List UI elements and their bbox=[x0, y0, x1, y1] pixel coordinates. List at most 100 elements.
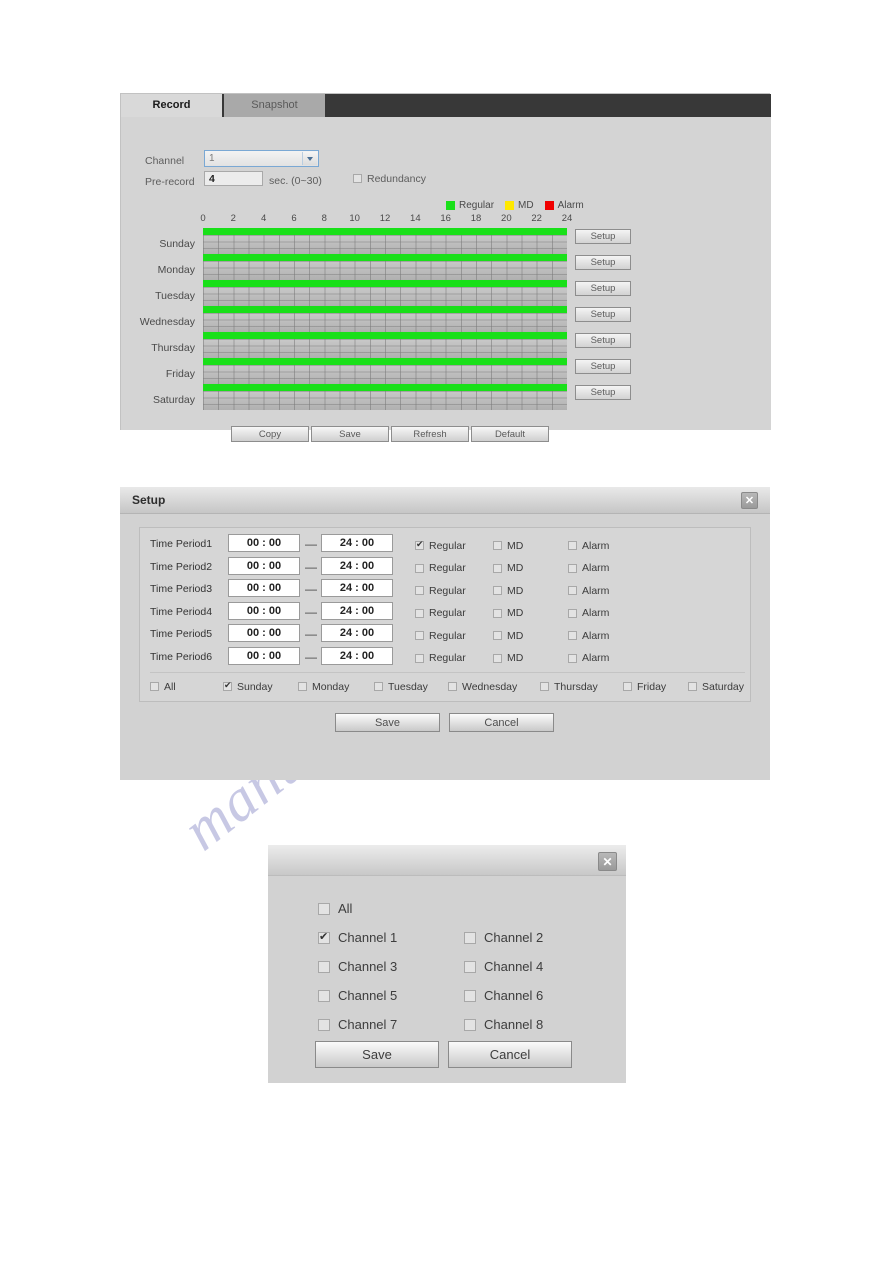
time-period-end-input[interactable]: 24 : 00 bbox=[321, 534, 393, 552]
tab-record[interactable]: Record bbox=[121, 94, 222, 117]
schedule-bar-segment[interactable] bbox=[203, 228, 567, 235]
setup-button[interactable]: Setup bbox=[575, 281, 631, 296]
time-period-alarm-checkbox[interactable]: Alarm bbox=[568, 605, 609, 623]
channel-checkbox-channel-7[interactable]: Channel 7 bbox=[318, 1016, 397, 1034]
time-period-alarm-checkbox[interactable]: Alarm bbox=[568, 650, 609, 668]
checkbox-icon[interactable] bbox=[493, 608, 502, 618]
schedule-bar-track[interactable] bbox=[203, 254, 567, 280]
channel-checkbox-channel-6[interactable]: Channel 6 bbox=[464, 987, 543, 1005]
time-period-start-input[interactable]: 00 : 00 bbox=[228, 579, 300, 597]
channel-checkbox-channel-8[interactable]: Channel 8 bbox=[464, 1016, 543, 1034]
checkbox-icon[interactable] bbox=[415, 653, 424, 663]
checkbox-icon[interactable] bbox=[568, 563, 577, 573]
schedule-grid[interactable] bbox=[203, 235, 567, 254]
checkbox-icon[interactable] bbox=[374, 682, 383, 692]
weekday-checkbox-monday[interactable]: Monday bbox=[298, 678, 349, 696]
checkbox-icon[interactable] bbox=[568, 608, 577, 618]
schedule-bar-segment[interactable] bbox=[203, 280, 567, 287]
channel-checkbox-channel-4[interactable]: Channel 4 bbox=[464, 958, 543, 976]
schedule-bar-segment[interactable] bbox=[203, 332, 567, 339]
channel-checkbox-channel-3[interactable]: Channel 3 bbox=[318, 958, 397, 976]
save-button[interactable]: Save bbox=[335, 713, 440, 732]
schedule-bar-segment[interactable] bbox=[203, 306, 567, 313]
channel-checkbox-channel-5[interactable]: Channel 5 bbox=[318, 987, 397, 1005]
checkbox-icon[interactable] bbox=[318, 1018, 330, 1031]
schedule-bar-track[interactable] bbox=[203, 384, 567, 410]
setup-button[interactable]: Setup bbox=[575, 359, 631, 374]
time-period-regular-checkbox[interactable]: Regular bbox=[415, 650, 466, 668]
time-period-regular-checkbox[interactable]: Regular bbox=[415, 627, 466, 645]
checkbox-icon[interactable] bbox=[568, 586, 577, 596]
time-period-md-checkbox[interactable]: MD bbox=[493, 627, 523, 645]
channel-checkbox-channel-1[interactable]: Channel 1 bbox=[318, 929, 397, 947]
time-period-start-input[interactable]: 00 : 00 bbox=[228, 601, 300, 620]
schedule-grid[interactable] bbox=[203, 261, 567, 280]
redundancy-checkbox[interactable]: Redundancy bbox=[353, 170, 426, 188]
checkbox-icon[interactable] bbox=[688, 682, 697, 692]
time-period-start-input[interactable]: 00 : 00 bbox=[228, 624, 300, 642]
weekday-checkbox-sunday[interactable]: Sunday bbox=[223, 678, 273, 696]
cancel-button[interactable]: Cancel bbox=[448, 1041, 572, 1068]
checkbox-icon[interactable] bbox=[493, 563, 502, 573]
weekday-checkbox-friday[interactable]: Friday bbox=[623, 678, 666, 696]
schedule-bar-track[interactable] bbox=[203, 280, 567, 306]
checkbox-icon[interactable] bbox=[464, 989, 476, 1002]
channel-all-checkbox[interactable]: All bbox=[318, 900, 352, 918]
refresh-button[interactable]: Refresh bbox=[391, 426, 469, 442]
chevron-down-icon[interactable] bbox=[302, 152, 317, 165]
checkbox-icon[interactable] bbox=[493, 653, 502, 663]
weekday-checkbox-all[interactable]: All bbox=[150, 678, 176, 696]
time-period-end-input[interactable]: 24 : 00 bbox=[321, 601, 393, 620]
schedule-grid[interactable] bbox=[203, 287, 567, 306]
schedule-grid[interactable] bbox=[203, 339, 567, 358]
time-period-md-checkbox[interactable]: MD bbox=[493, 537, 523, 555]
weekday-checkbox-saturday[interactable]: Saturday bbox=[688, 678, 744, 696]
schedule-bar-segment[interactable] bbox=[203, 384, 567, 391]
checkbox-icon[interactable] bbox=[318, 931, 330, 944]
default-button[interactable]: Default bbox=[471, 426, 549, 442]
checkbox-icon[interactable] bbox=[318, 902, 330, 915]
checkbox-icon[interactable] bbox=[298, 682, 307, 692]
schedule-bar-track[interactable] bbox=[203, 358, 567, 384]
checkbox-icon[interactable] bbox=[150, 682, 159, 692]
time-period-alarm-checkbox[interactable]: Alarm bbox=[568, 560, 609, 578]
time-period-alarm-checkbox[interactable]: Alarm bbox=[568, 627, 609, 645]
checkbox-icon[interactable] bbox=[623, 682, 632, 692]
copy-button[interactable]: Copy bbox=[231, 426, 309, 442]
checkbox-icon[interactable] bbox=[464, 960, 476, 973]
time-period-alarm-checkbox[interactable]: Alarm bbox=[568, 537, 609, 555]
setup-button[interactable]: Setup bbox=[575, 255, 631, 270]
schedule-grid[interactable] bbox=[203, 391, 567, 410]
time-period-alarm-checkbox[interactable]: Alarm bbox=[568, 582, 609, 600]
schedule-bar-track[interactable] bbox=[203, 332, 567, 358]
setup-button[interactable]: Setup bbox=[575, 307, 631, 322]
cancel-button[interactable]: Cancel bbox=[449, 713, 554, 732]
time-period-end-input[interactable]: 24 : 00 bbox=[321, 579, 393, 597]
setup-button[interactable]: Setup bbox=[575, 385, 631, 400]
time-period-regular-checkbox[interactable]: Regular bbox=[415, 560, 466, 578]
checkbox-icon[interactable] bbox=[568, 541, 577, 551]
time-period-start-input[interactable]: 00 : 00 bbox=[228, 556, 300, 575]
checkbox-icon[interactable] bbox=[353, 174, 362, 184]
checkbox-icon[interactable] bbox=[415, 539, 424, 551]
schedule-grid[interactable] bbox=[203, 313, 567, 332]
checkbox-icon[interactable] bbox=[568, 653, 577, 663]
weekday-checkbox-thursday[interactable]: Thursday bbox=[540, 678, 598, 696]
checkbox-icon[interactable] bbox=[493, 631, 502, 641]
schedule-bar-track[interactable] bbox=[203, 306, 567, 332]
time-period-regular-checkbox[interactable]: Regular bbox=[415, 537, 466, 555]
save-button[interactable]: Save bbox=[315, 1041, 439, 1068]
setup-button[interactable]: Setup bbox=[575, 333, 631, 348]
time-period-start-input[interactable]: 00 : 00 bbox=[228, 534, 300, 552]
channel-select[interactable]: 1 bbox=[204, 150, 319, 167]
schedule-grid[interactable] bbox=[203, 365, 567, 384]
checkbox-icon[interactable] bbox=[493, 586, 502, 596]
time-period-end-input[interactable]: 24 : 00 bbox=[321, 624, 393, 642]
checkbox-icon[interactable] bbox=[568, 631, 577, 641]
checkbox-icon[interactable] bbox=[540, 682, 549, 692]
checkbox-icon[interactable] bbox=[318, 960, 330, 973]
close-icon[interactable]: ✕ bbox=[598, 852, 617, 871]
checkbox-icon[interactable] bbox=[415, 608, 424, 618]
schedule-bar-segment[interactable] bbox=[203, 254, 567, 261]
checkbox-icon[interactable] bbox=[223, 680, 232, 692]
